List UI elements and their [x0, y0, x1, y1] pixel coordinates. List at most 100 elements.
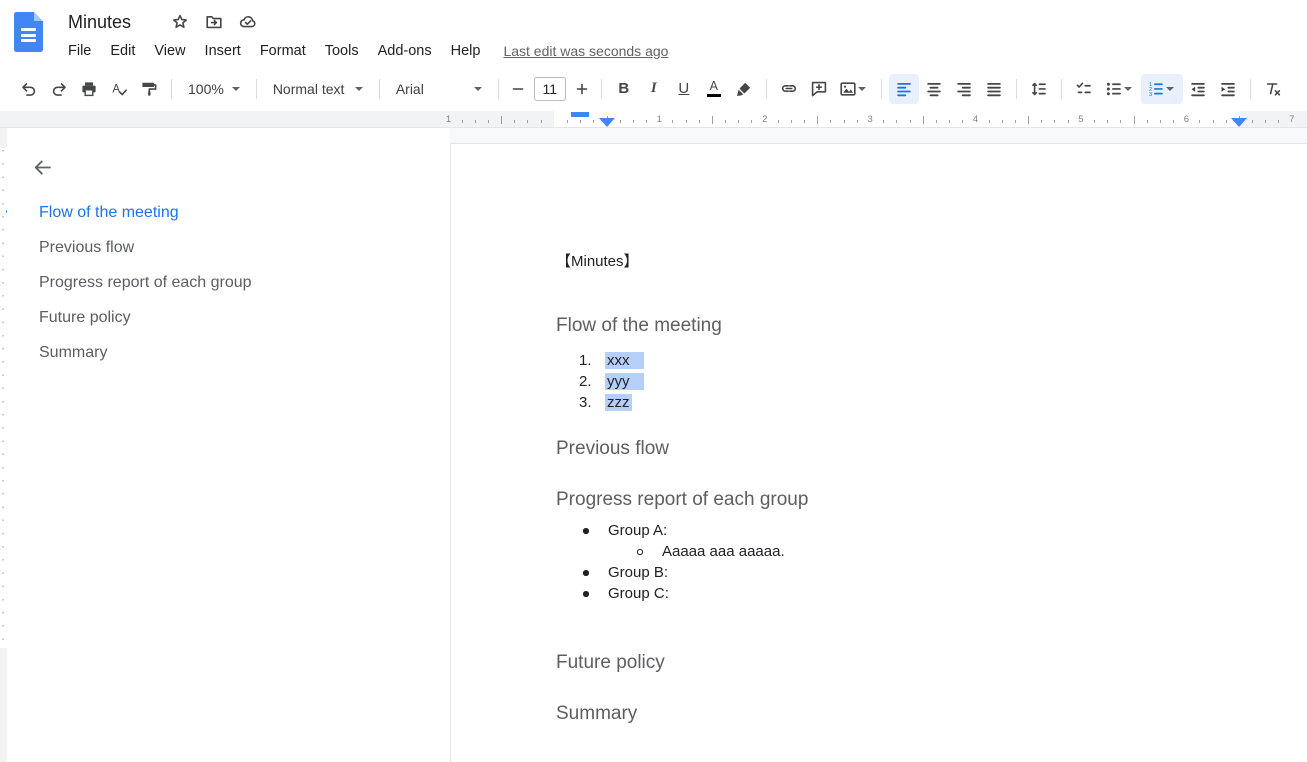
- underline-button[interactable]: U: [669, 74, 699, 104]
- right-indent-marker[interactable]: [1231, 118, 1247, 127]
- menu-view[interactable]: View: [154, 43, 185, 59]
- numbered-list-item[interactable]: 3. zzz: [451, 392, 1307, 413]
- doc-heading-flow-of-the-meeting[interactable]: Flow of the meeting: [556, 314, 722, 338]
- font-size-input[interactable]: 11: [534, 77, 566, 101]
- highlight-color-button[interactable]: [729, 74, 759, 104]
- font-size-decrease-button[interactable]: [506, 74, 530, 104]
- menu-help[interactable]: Help: [451, 43, 481, 59]
- left-indent-marker[interactable]: [599, 118, 615, 127]
- outline-item-progress-report[interactable]: Progress report of each group: [7, 265, 450, 300]
- insert-link-button[interactable]: [774, 74, 804, 104]
- bullet-list-item[interactable]: Group B:: [451, 562, 1307, 583]
- redo-button[interactable]: [44, 74, 74, 104]
- spellcheck-icon: A: [110, 80, 128, 98]
- document-status-button[interactable]: [233, 7, 263, 37]
- selected-text[interactable]: yyy: [605, 373, 644, 390]
- docs-line: [21, 39, 36, 42]
- bold-button[interactable]: B: [609, 74, 639, 104]
- bullet-sub-list-item[interactable]: Aaaaa aaa aaaaa.: [451, 541, 1307, 562]
- numbered-list-button[interactable]: 1 2 3: [1141, 74, 1183, 104]
- bullet-list-item[interactable]: Group A:: [451, 520, 1307, 541]
- ruler-tick: [817, 116, 818, 124]
- doc-heading-summary[interactable]: Summary: [556, 702, 637, 726]
- outline-item-flow-of-the-meeting[interactable]: Flow of the meeting: [7, 195, 450, 230]
- ruler-tick: [1068, 120, 1069, 123]
- ruler-tick: [633, 120, 634, 123]
- document-title[interactable]: Minutes: [68, 12, 131, 33]
- spellcheck-button[interactable]: A: [104, 74, 134, 104]
- toolbar-separator: [171, 79, 172, 99]
- ruler-tick: [830, 120, 831, 123]
- ruler-tick: [672, 120, 673, 123]
- decrease-indent-button[interactable]: [1183, 74, 1213, 104]
- minus-icon: [509, 80, 527, 98]
- doc-heading-future-policy[interactable]: Future policy: [556, 651, 665, 675]
- insert-image-button[interactable]: [834, 74, 874, 104]
- ruler-tick: [778, 120, 779, 123]
- checklist-button[interactable]: [1069, 74, 1099, 104]
- toolbar-separator: [1061, 79, 1062, 99]
- undo-button[interactable]: [14, 74, 44, 104]
- document-page[interactable]: 【Minutes】 Flow of the meeting 1. xxx 2. …: [450, 143, 1307, 762]
- increase-indent-button[interactable]: [1213, 74, 1243, 104]
- clear-formatting-button[interactable]: [1258, 74, 1288, 104]
- line-spacing-icon: [1030, 80, 1048, 98]
- first-line-indent-marker[interactable]: [571, 112, 589, 117]
- last-edit-link[interactable]: Last edit was seconds ago: [503, 43, 668, 59]
- menu-addons[interactable]: Add-ons: [378, 43, 432, 59]
- print-button[interactable]: [74, 74, 104, 104]
- ruler-tick: [527, 120, 528, 123]
- italic-icon: I: [651, 80, 657, 97]
- font-select[interactable]: Arial: [387, 74, 491, 104]
- ruler-tick: [725, 120, 726, 123]
- italic-button[interactable]: I: [639, 74, 669, 104]
- bold-icon: B: [618, 80, 629, 97]
- toolbar-separator: [1250, 79, 1251, 99]
- menu-file[interactable]: File: [68, 43, 91, 59]
- ruler-tick: [514, 120, 515, 123]
- justify-icon: [985, 80, 1003, 98]
- chevron-down-icon: [355, 87, 363, 91]
- ruler-tick: [883, 120, 884, 123]
- doc-heading-previous-flow[interactable]: Previous flow: [556, 437, 669, 461]
- numbered-list-icon: 1 2 3: [1147, 80, 1165, 98]
- menu-edit[interactable]: Edit: [110, 43, 135, 59]
- doc-intro-paragraph[interactable]: 【Minutes】: [556, 251, 639, 272]
- star-button[interactable]: [165, 7, 195, 37]
- align-center-icon: [925, 80, 943, 98]
- text-color-button[interactable]: A: [699, 74, 729, 104]
- justify-button[interactable]: [979, 74, 1009, 104]
- paint-format-button[interactable]: [134, 74, 164, 104]
- ruler-tick: [699, 120, 700, 123]
- numbered-list-item[interactable]: 2. yyy: [451, 371, 1307, 392]
- font-size-increase-button[interactable]: [570, 74, 594, 104]
- outline-item-previous-flow[interactable]: Previous flow: [7, 230, 450, 265]
- selected-text[interactable]: zzz: [605, 394, 632, 411]
- align-left-button[interactable]: [889, 74, 919, 104]
- bullet-list-icon: [1105, 80, 1123, 98]
- outline-item-summary[interactable]: Summary: [7, 335, 450, 370]
- ruler-tick: [1041, 120, 1042, 123]
- align-center-button[interactable]: [919, 74, 949, 104]
- ruler-tick: [804, 120, 805, 123]
- doc-heading-progress-report[interactable]: Progress report of each group: [556, 488, 808, 512]
- line-spacing-button[interactable]: [1024, 74, 1054, 104]
- bullet-list-item[interactable]: Group C:: [451, 583, 1307, 604]
- bullet-list-button[interactable]: [1099, 74, 1141, 104]
- menu-format[interactable]: Format: [260, 43, 306, 59]
- numbered-list-item[interactable]: 1. xxx: [451, 350, 1307, 371]
- outline-item-future-policy[interactable]: Future policy: [7, 300, 450, 335]
- paragraph-style-select[interactable]: Normal text: [264, 74, 372, 104]
- ruler-tick: [857, 120, 858, 123]
- move-to-folder-button[interactable]: [199, 7, 229, 37]
- menu-insert[interactable]: Insert: [205, 43, 241, 59]
- toolbar-separator: [379, 79, 380, 99]
- zoom-select[interactable]: 100%: [179, 74, 249, 104]
- selected-text[interactable]: xxx: [605, 352, 644, 369]
- close-outline-button[interactable]: [27, 152, 57, 182]
- add-comment-button[interactable]: [804, 74, 834, 104]
- align-left-icon: [895, 80, 913, 98]
- google-docs-logo-icon[interactable]: [14, 12, 43, 52]
- menu-tools[interactable]: Tools: [325, 43, 359, 59]
- align-right-button[interactable]: [949, 74, 979, 104]
